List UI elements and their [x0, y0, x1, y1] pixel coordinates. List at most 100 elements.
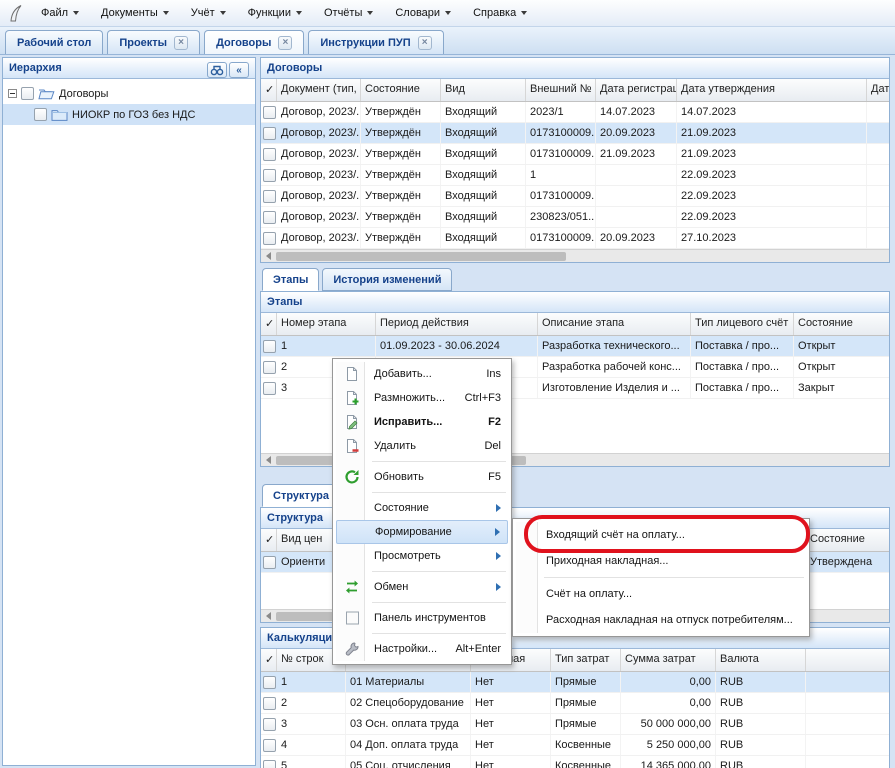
menu-item-0[interactable]: Добавить...Ins: [336, 362, 508, 386]
row-checkbox[interactable]: [263, 232, 276, 245]
table-row[interactable]: Договор, 2023/...УтверждёнВходящий2023/1…: [261, 102, 889, 123]
menu-item-label: Просмотреть: [374, 550, 488, 562]
column-header[interactable]: [806, 649, 889, 671]
menubar-item-Справка[interactable]: Справка: [462, 0, 538, 26]
contracts-panel-header: Договоры: [261, 58, 889, 79]
menubar-item-Отчёты[interactable]: Отчёты: [313, 0, 384, 26]
menubar-item-Документы[interactable]: Документы: [90, 0, 180, 26]
close-icon[interactable]: ×: [418, 36, 432, 50]
column-check[interactable]: ✓: [261, 529, 277, 551]
tab-Рабочий стол[interactable]: Рабочий стол: [5, 30, 103, 54]
row-checkbox[interactable]: [263, 697, 276, 710]
row-checkbox[interactable]: [263, 718, 276, 731]
column-header[interactable]: Состояние: [361, 79, 441, 101]
menu-item-15[interactable]: Настройки...Alt+Enter: [336, 637, 508, 661]
chevron-down-icon: [521, 11, 527, 15]
close-icon[interactable]: ×: [174, 36, 188, 50]
menubar-item-Функции[interactable]: Функции: [237, 0, 313, 26]
table-row[interactable]: 202 СпецоборудованиеНетПрямые0,00RUB: [261, 693, 889, 714]
column-state[interactable]: Состояние: [806, 529, 889, 551]
doc-new-icon: [343, 366, 361, 382]
column-header[interactable]: Тип затрат: [551, 649, 621, 671]
table-row[interactable]: 101 МатериалыНетПрямые0,00RUB: [261, 672, 889, 693]
menu-item-9[interactable]: Просмотреть: [336, 544, 508, 568]
chevron-down-icon: [220, 11, 226, 15]
cell: Входящий: [441, 123, 526, 143]
column-header[interactable]: Период действия: [376, 313, 538, 335]
tab-structure[interactable]: Структура: [262, 484, 340, 507]
column-header[interactable]: Документ (тип, №: [277, 79, 361, 101]
row-checkbox[interactable]: [263, 211, 276, 224]
row-checkbox[interactable]: [263, 190, 276, 203]
column-header[interactable]: Состояние: [794, 313, 889, 335]
column-header[interactable]: ✓: [261, 649, 277, 671]
row-checkbox[interactable]: [263, 676, 276, 689]
tree-node-НИОКР по ГОЗ без НДС[interactable]: НИОКР по ГОЗ без НДС: [3, 104, 255, 125]
column-header[interactable]: Сумма затрат: [621, 649, 716, 671]
menu-item-1[interactable]: Приходная накладная...: [516, 548, 806, 574]
tab-История изменений[interactable]: История изменений: [322, 268, 452, 291]
menu-item-7[interactable]: Состояние: [336, 496, 508, 520]
menu-item-8[interactable]: Формирование: [336, 520, 508, 544]
cell: 05 Соц. отчисления: [346, 756, 471, 768]
row-checkbox[interactable]: [263, 340, 276, 353]
menubar: ФайлДокументыУчётФункцииОтчётыСловариСпр…: [0, 0, 895, 27]
row-checkbox[interactable]: [263, 361, 276, 374]
tab-Этапы[interactable]: Этапы: [262, 268, 319, 291]
cell: 2023/1: [526, 102, 596, 122]
table-row[interactable]: 505 Соц. отчисленияНетКосвенные14 365 00…: [261, 756, 889, 768]
tab-Договоры[interactable]: Договоры×: [204, 30, 304, 54]
column-header[interactable]: Дата утверждения: [677, 79, 867, 101]
column-header[interactable]: Дата регистрации: [596, 79, 677, 101]
menu-item-2[interactable]: Исправить...F2: [336, 410, 508, 434]
menu-item-0[interactable]: Входящий счёт на оплату...: [516, 522, 806, 548]
menu-item-3[interactable]: Счёт на оплату...: [516, 581, 806, 607]
menu-item-13[interactable]: Панель инструментов: [336, 606, 508, 630]
menubar-item-Словари[interactable]: Словари: [384, 0, 462, 26]
menubar-item-Учёт[interactable]: Учёт: [180, 0, 237, 26]
row-checkbox[interactable]: [263, 556, 276, 569]
tree-checkbox[interactable]: [34, 108, 47, 121]
row-checkbox[interactable]: [263, 760, 276, 768]
menu-item-1[interactable]: Размножить...Ctrl+F3: [336, 386, 508, 410]
close-icon[interactable]: ×: [278, 36, 292, 50]
table-row[interactable]: Договор, 2023/...УтверждёнВходящий122.09…: [261, 165, 889, 186]
table-row[interactable]: 101.09.2023 - 30.06.2024Разработка техни…: [261, 336, 889, 357]
column-header[interactable]: Описание этапа: [538, 313, 691, 335]
row-checkbox[interactable]: [263, 169, 276, 182]
table-row[interactable]: Договор, 2023/...УтверждёнВходящий017310…: [261, 186, 889, 207]
column-header[interactable]: Номер этапа: [277, 313, 376, 335]
row-checkbox[interactable]: [263, 382, 276, 395]
menubar-item-Файл[interactable]: Файл: [30, 0, 90, 26]
table-row[interactable]: Договор, 2023/...УтверждёнВходящий017310…: [261, 123, 889, 144]
table-row[interactable]: 303 Осн. оплата трудаНетПрямые50 000 000…: [261, 714, 889, 735]
column-header[interactable]: Тип лицевого счёт: [691, 313, 794, 335]
row-checkbox[interactable]: [263, 127, 276, 140]
menu-item-4[interactable]: Расходная накладная на отпуск потребител…: [516, 607, 806, 633]
scroll-thumb[interactable]: [276, 252, 566, 261]
row-checkbox[interactable]: [263, 148, 276, 161]
table-row[interactable]: Договор, 2023/...УтверждёнВходящий017310…: [261, 228, 889, 249]
column-header[interactable]: Валюта: [716, 649, 806, 671]
tree-checkbox[interactable]: [21, 87, 34, 100]
collapse-panel-button[interactable]: «: [229, 62, 249, 78]
table-row[interactable]: Договор, 2023/...УтверждёнВходящий230823…: [261, 207, 889, 228]
contracts-hscrollbar[interactable]: [261, 249, 889, 262]
column-header[interactable]: ✓: [261, 313, 277, 335]
column-header[interactable]: Внешний №: [526, 79, 596, 101]
menu-item-11[interactable]: Обмен: [336, 575, 508, 599]
menu-item-3[interactable]: УдалитьDel: [336, 434, 508, 458]
tree-node-Договоры[interactable]: Договоры: [3, 83, 255, 104]
table-row[interactable]: 404 Доп. оплата трудаНетКосвенные5 250 0…: [261, 735, 889, 756]
tab-Проекты[interactable]: Проекты×: [107, 30, 200, 54]
menu-item-5[interactable]: ОбновитьF5: [336, 465, 508, 489]
tab-Инструкции ПУП[interactable]: Инструкции ПУП×: [308, 30, 443, 54]
tree-expander-icon[interactable]: [8, 89, 17, 98]
column-header[interactable]: ✓: [261, 79, 277, 101]
column-header[interactable]: Вид: [441, 79, 526, 101]
row-checkbox[interactable]: [263, 739, 276, 752]
row-checkbox[interactable]: [263, 106, 276, 119]
column-header[interactable]: Дата: [867, 79, 889, 101]
search-binoculars-button[interactable]: [207, 62, 227, 78]
table-row[interactable]: Договор, 2023/...УтверждёнВходящий017310…: [261, 144, 889, 165]
